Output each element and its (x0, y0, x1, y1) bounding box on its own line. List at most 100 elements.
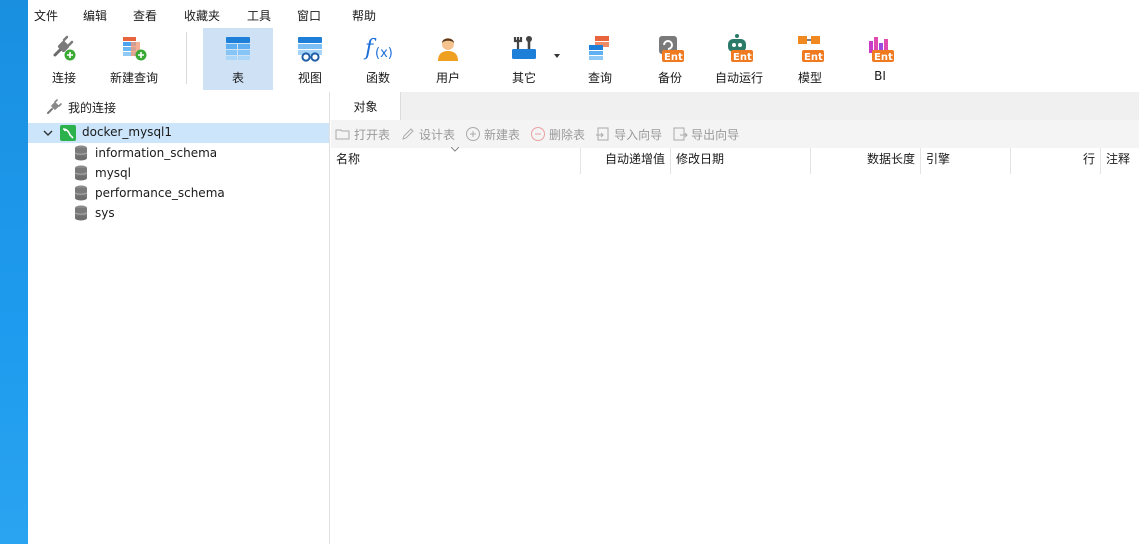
column-header-engine[interactable]: 引擎 (921, 148, 1011, 174)
tab-objects-label: 对象 (353, 99, 378, 114)
new-query-label: 新建查询 (109, 71, 158, 85)
other-dropdown-arrow-icon[interactable] (554, 54, 560, 58)
model-label: 模型 (797, 71, 822, 85)
bi-label: BI (874, 69, 886, 83)
object-pane: 对象 打开表 设计表 新建表 删除表 导入向导 导出向导 名称 自动递增值 修改… (331, 92, 1139, 544)
object-actions-bar: 打开表 设计表 新建表 删除表 导入向导 导出向导 (331, 120, 1139, 148)
database-item[interactable]: sys (28, 203, 329, 223)
database-item[interactable]: performance_schema (28, 183, 329, 203)
backup-label: 备份 (657, 71, 682, 85)
other-button[interactable]: 其它 (504, 28, 544, 90)
table-label: 表 (231, 71, 244, 85)
database-icon (74, 205, 88, 221)
svg-text:Ent: Ent (664, 52, 683, 63)
user-button[interactable]: 用户 (428, 28, 468, 90)
design-table-button[interactable]: 设计表 (400, 126, 455, 143)
export-icon (673, 127, 688, 141)
database-name: mysql (95, 166, 131, 180)
minus-circle-icon (531, 127, 546, 141)
column-header-name[interactable]: 名称 (331, 148, 581, 174)
new-query-icon (119, 33, 149, 63)
database-name: information_schema (95, 146, 218, 160)
new-table-button[interactable]: 新建表 (465, 126, 520, 143)
automation-button[interactable]: Ent 自动运行 (712, 28, 766, 90)
menu-view[interactable]: 查看 (133, 7, 157, 24)
export-wizard-button[interactable]: 导出向导 (672, 126, 739, 143)
menu-favorites[interactable]: 收藏夹 (184, 7, 220, 24)
delete-table-button[interactable]: 删除表 (530, 126, 585, 143)
user-label: 用户 (435, 71, 460, 85)
automation-label: 自动运行 (714, 71, 763, 85)
column-header-modified-date[interactable]: 修改日期 (671, 148, 811, 174)
model-button[interactable]: Ent 模型 (790, 28, 830, 90)
plug-icon (47, 99, 62, 114)
backup-button[interactable]: Ent 备份 (650, 28, 690, 90)
mysql-connection-icon (60, 125, 76, 141)
backup-icon: Ent (655, 33, 685, 63)
open-table-button[interactable]: 打开表 (335, 126, 390, 143)
bi-button[interactable]: Ent BI (860, 28, 900, 90)
my-connections-header[interactable]: 我的连接 (28, 92, 329, 122)
other-label: 其它 (511, 71, 536, 85)
import-icon (596, 127, 609, 141)
export-wizard-label: 导出向导 (691, 127, 740, 142)
table-icon (223, 33, 253, 63)
column-header-data-length[interactable]: 数据长度 (811, 148, 921, 174)
database-icon (74, 145, 88, 161)
query-icon (585, 33, 615, 63)
menu-tools[interactable]: 工具 (247, 7, 271, 24)
tools-icon (509, 33, 539, 63)
database-icon (74, 165, 88, 181)
import-wizard-label: 导入向导 (614, 127, 663, 142)
desktop-background (0, 0, 28, 544)
svg-text:Ent: Ent (804, 52, 823, 63)
connect-label: 连接 (51, 71, 76, 85)
menu-file[interactable]: 文件 (34, 7, 58, 24)
user-icon (433, 33, 463, 63)
new-table-label: 新建表 (484, 127, 521, 142)
object-grid-header: 名称 自动递增值 修改日期 数据长度 引擎 行 注释 (331, 147, 1139, 174)
connection-tree-panel: 我的连接 docker_mysql1 information_schema my… (28, 92, 330, 544)
view-button[interactable]: 视图 (290, 28, 330, 90)
function-label: 函数 (365, 71, 390, 85)
column-header-rows[interactable]: 行 (1011, 148, 1101, 174)
menu-window[interactable]: 窗口 (297, 7, 321, 24)
function-button[interactable]: f (x) 函数 (358, 28, 398, 90)
new-query-button[interactable]: 新建查询 (108, 28, 160, 90)
tab-objects[interactable]: 对象 (331, 92, 401, 120)
folder-open-icon (335, 129, 350, 140)
svg-text:(x): (x) (375, 46, 393, 61)
query-label: 查询 (587, 71, 612, 85)
model-icon: Ent (795, 33, 825, 63)
plus-circle-icon (466, 127, 481, 141)
tab-bar: 对象 (331, 92, 1139, 120)
svg-text:Ent: Ent (733, 52, 752, 63)
navicat-window: 文件 编辑 查看 收藏夹 工具 窗口 帮助 连接 新建查询 表 视图 f (x)… (28, 0, 1139, 544)
plug-icon (49, 33, 79, 63)
menubar: 文件 编辑 查看 收藏夹 工具 窗口 帮助 (28, 0, 1139, 28)
column-header-comment[interactable]: 注释 (1101, 148, 1139, 174)
connection-name: docker_mysql1 (82, 125, 173, 139)
open-table-label: 打开表 (354, 127, 391, 142)
database-name: performance_schema (95, 186, 225, 200)
view-icon (295, 33, 325, 63)
column-header-auto-increment[interactable]: 自动递增值 (581, 148, 671, 174)
svg-text:Ent: Ent (874, 52, 893, 63)
bi-chart-icon: Ent (865, 33, 895, 63)
menu-help[interactable]: 帮助 (352, 7, 376, 24)
chevron-down-icon[interactable] (43, 128, 53, 138)
connect-button[interactable]: 连接 (40, 28, 88, 90)
database-item[interactable]: mysql (28, 163, 329, 183)
import-wizard-button[interactable]: 导入向导 (595, 126, 662, 143)
view-label: 视图 (297, 71, 322, 85)
pencil-icon (402, 128, 414, 140)
database-name: sys (95, 206, 115, 220)
connection-row[interactable]: docker_mysql1 (28, 123, 329, 143)
database-item[interactable]: information_schema (28, 143, 329, 163)
query-button[interactable]: 查询 (580, 28, 620, 90)
menu-edit[interactable]: 编辑 (83, 7, 107, 24)
main-toolbar: 连接 新建查询 表 视图 f (x) 函数 用户 其它 查询 Ent 备份 En… (28, 28, 1139, 92)
my-connections-label: 我的连接 (68, 100, 117, 115)
table-button[interactable]: 表 (203, 28, 273, 90)
database-icon (74, 185, 88, 201)
